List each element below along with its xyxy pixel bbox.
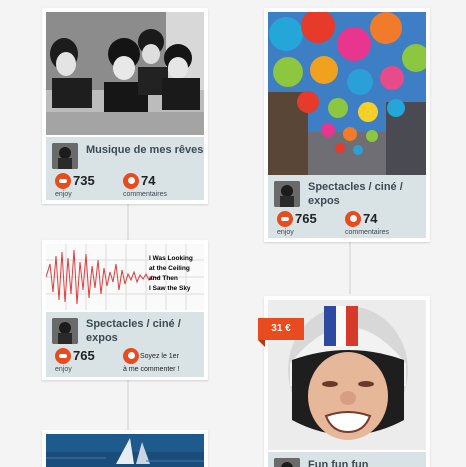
post-image[interactable] xyxy=(46,12,204,135)
band-photo xyxy=(46,12,204,135)
category-thumbnail-image xyxy=(52,318,78,344)
post-info-panel: Fun fun fun xyxy=(268,452,426,467)
category-thumbnail[interactable] xyxy=(274,181,300,207)
caption-line: I Was Looking xyxy=(149,255,193,262)
post-card[interactable]: Spectacles / ciné / expos 765 enjoy 74 c… xyxy=(264,8,430,242)
image-caption: I Was Looking at the Ceiling and Then I … xyxy=(149,254,193,294)
category-thumbnail[interactable] xyxy=(52,318,78,344)
umbrellas-photo xyxy=(268,12,426,175)
comment-icon xyxy=(123,348,139,364)
category-thumbnail[interactable] xyxy=(52,143,78,169)
category-thumbnail-image xyxy=(52,143,78,169)
enjoy-icon xyxy=(277,211,293,227)
caption-line: I Saw the Sky xyxy=(149,285,191,292)
comment-prompt-line: à me commenter ! xyxy=(123,366,180,373)
category-title[interactable]: Spectacles / ciné / expos xyxy=(308,180,403,208)
category-thumbnail[interactable] xyxy=(274,458,300,467)
timeline-connector xyxy=(127,378,129,430)
post-image[interactable] xyxy=(268,12,426,175)
comment-prompt-line: Soyez le 1er xyxy=(140,353,179,360)
comment-icon xyxy=(123,173,139,189)
post-card[interactable]: Musique de mes rêves 735 enjoy 74 commen… xyxy=(42,8,208,204)
post-card[interactable] xyxy=(42,430,208,467)
post-info-panel: Spectacles / ciné / expos 765 enjoy 74 c… xyxy=(268,175,426,238)
enjoy-count: 765 xyxy=(73,348,95,363)
category-title-line: expos xyxy=(86,332,118,344)
post-image[interactable]: I Was Looking at the Ceiling and Then I … xyxy=(46,244,204,310)
category-title[interactable]: Spectacles / ciné / expos xyxy=(86,317,181,345)
comment-count: 74 xyxy=(363,211,378,226)
category-title[interactable]: Musique de mes rêves xyxy=(86,143,203,157)
comment-count: 74 xyxy=(141,173,156,188)
sea-photo xyxy=(46,434,204,467)
caption-line: at the Ceiling xyxy=(149,265,190,272)
comment-icon xyxy=(345,211,361,227)
enjoy-label: enjoy xyxy=(55,191,72,198)
timeline-connector xyxy=(349,242,351,294)
enjoy-label: enjoy xyxy=(277,229,294,236)
category-thumbnail-image xyxy=(274,181,300,207)
enjoy-count: 735 xyxy=(73,173,95,188)
enjoy-count: 765 xyxy=(295,211,317,226)
enjoy-icon xyxy=(55,348,71,364)
post-info-panel: Musique de mes rêves 735 enjoy 74 commen… xyxy=(46,137,204,200)
category-title-line: expos xyxy=(308,195,340,207)
comment-label: commentaires xyxy=(123,191,167,198)
price-tag: 31 € xyxy=(258,318,304,347)
comment-label: commentaires xyxy=(345,229,389,236)
post-card[interactable]: I Was Looking at the Ceiling and Then I … xyxy=(42,240,208,380)
post-card[interactable]: 31 € Fun fun fun xyxy=(258,296,430,467)
timeline-connector xyxy=(127,200,129,240)
caption-line: and Then xyxy=(149,275,178,282)
category-title[interactable]: Fun fun fun xyxy=(308,458,368,467)
category-title-line: Spectacles / ciné / xyxy=(86,318,181,330)
post-image[interactable] xyxy=(46,434,204,467)
enjoy-icon xyxy=(55,173,71,189)
category-thumbnail-image xyxy=(274,458,300,467)
category-title-line: Spectacles / ciné / xyxy=(308,181,403,193)
enjoy-label: enjoy xyxy=(55,366,72,373)
post-info-panel: Spectacles / ciné / expos 765 enjoy Soye… xyxy=(46,312,204,377)
